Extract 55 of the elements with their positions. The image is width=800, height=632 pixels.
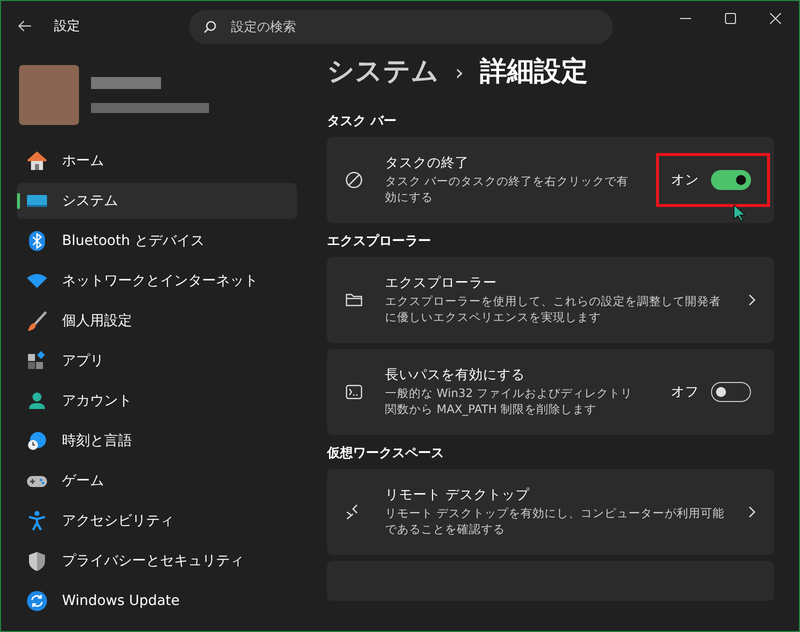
window-title: 設定 xyxy=(54,18,80,35)
bluetooth-icon xyxy=(26,230,48,252)
setting-title: リモート デスクトップ xyxy=(385,486,530,504)
setting-title: 長いパスを有効にする xyxy=(385,366,526,384)
sidebar-item[interactable]: Windows Update xyxy=(17,583,297,619)
globe-clock-icon xyxy=(26,430,48,452)
blurred-name xyxy=(91,77,161,89)
apps-icon xyxy=(26,350,48,372)
search-field[interactable]: 設定の検索 xyxy=(189,10,613,44)
chevron-right-icon xyxy=(748,506,756,518)
person-icon xyxy=(26,390,48,412)
setting-description: エクスプローラーを使用して、これらの設定を調整して開発者に優しいエクスペリエンスを実現します xyxy=(385,294,722,326)
sidebar-item[interactable]: ネットワークとインターネット xyxy=(17,263,297,299)
settings-card[interactable]: リモート デスクトップ リモート デスクトップを有効にし、コンピューターが利用可能であることを確認する xyxy=(327,469,774,555)
mouse-cursor-icon xyxy=(733,204,745,222)
maximize-icon[interactable] xyxy=(725,13,736,24)
toggle-switch[interactable] xyxy=(711,382,751,402)
breadcrumb-parent[interactable]: システム xyxy=(327,53,439,89)
chevron-right-icon xyxy=(748,294,756,306)
section-heading: 仮想ワークスペース xyxy=(327,445,445,463)
sidebar-item[interactable]: プライバシーとセキュリティ xyxy=(17,543,297,579)
house-icon xyxy=(26,150,48,172)
sidebar-item[interactable]: Bluetooth とデバイス xyxy=(17,223,297,259)
section-heading: エクスプローラー xyxy=(327,232,432,251)
toggle-switch[interactable] xyxy=(711,170,751,190)
sidebar-item[interactable]: ゲーム xyxy=(17,463,297,499)
sidebar-item[interactable]: アクセシビリティ xyxy=(17,503,297,539)
update-icon xyxy=(26,590,48,612)
brush-icon xyxy=(26,310,48,332)
setting-description: タスク バーのタスクの終了を右クリックで有効にする xyxy=(385,174,630,206)
sidebar-item[interactable]: 時刻と言語 xyxy=(17,423,297,459)
sidebar-item[interactable]: システム xyxy=(17,183,297,219)
back-arrow-icon[interactable] xyxy=(18,20,32,32)
toggle-state-label: オフ xyxy=(671,383,699,401)
sidebar-item[interactable]: アプリ xyxy=(17,343,297,379)
avatar-placeholder xyxy=(19,65,79,125)
prohibited-icon xyxy=(345,171,363,189)
section-heading: タスク バー xyxy=(327,113,398,131)
window-path-icon xyxy=(345,383,363,401)
setting-title: タスクの終了 xyxy=(385,154,470,172)
breadcrumb-separator: › xyxy=(455,61,464,86)
sidebar-item[interactable]: ホーム xyxy=(17,143,297,179)
setting-title: エクスプローラー xyxy=(385,274,498,292)
page-title: 詳細設定 xyxy=(480,55,588,89)
toggle-state-label: オン xyxy=(671,171,699,189)
settings-card[interactable]: エクスプローラー エクスプローラーを使用して、これらの設定を調整して開発者に優しいエクスペリエンスを実現します xyxy=(327,257,774,343)
setting-description: 一般的な Win32 ファイルおよびディレクトリ関数から MAX_PATH 制限を削除します xyxy=(385,386,634,418)
search-icon xyxy=(203,20,217,34)
close-icon[interactable] xyxy=(770,13,781,24)
sidebar-item[interactable]: アカウント xyxy=(17,383,297,419)
sidebar-item[interactable]: 個人用設定 xyxy=(17,303,297,339)
setting-description: リモート デスクトップを有効にし、コンピューターが利用可能であることを確認する xyxy=(385,506,726,538)
accessibility-icon xyxy=(26,510,48,532)
folder-icon xyxy=(345,291,363,309)
shield-icon xyxy=(26,550,48,572)
